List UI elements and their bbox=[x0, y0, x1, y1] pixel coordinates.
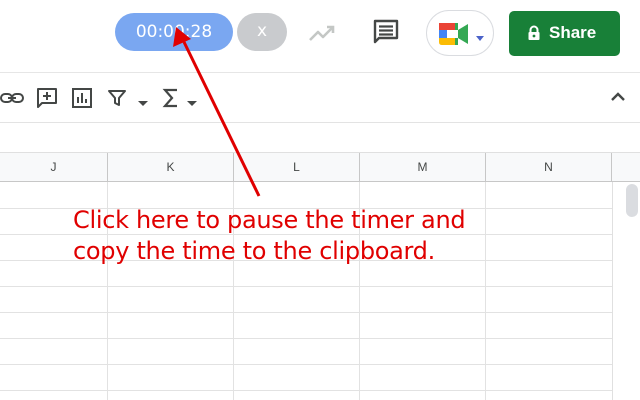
annotation-line-2: copy the time to the clipboard. bbox=[73, 237, 435, 265]
google-meet-icon bbox=[437, 21, 471, 52]
column-header-m[interactable]: M bbox=[360, 153, 486, 182]
add-comment-icon[interactable] bbox=[36, 87, 58, 114]
formula-bar-row bbox=[0, 123, 640, 153]
functions-sigma-icon[interactable] bbox=[161, 87, 181, 114]
column-header-n[interactable]: N bbox=[486, 153, 612, 182]
column-header-j[interactable]: J bbox=[0, 153, 108, 182]
filter-icon[interactable] bbox=[106, 87, 128, 114]
column-header-l[interactable]: L bbox=[234, 153, 360, 182]
chevron-down-icon bbox=[475, 30, 485, 48]
insert-chart-icon[interactable] bbox=[71, 87, 93, 114]
grid-row-divider bbox=[0, 312, 612, 313]
column-header-corner bbox=[612, 153, 640, 182]
grid-row-divider bbox=[0, 286, 612, 287]
filter-chevron-down-icon[interactable] bbox=[137, 95, 149, 113]
comment-icon[interactable] bbox=[369, 16, 403, 48]
chevron-up-icon[interactable] bbox=[609, 89, 627, 108]
top-bar: 00:00:28 x Share bbox=[0, 0, 640, 72]
toolbar bbox=[0, 72, 640, 123]
column-header-k[interactable]: K bbox=[108, 153, 234, 182]
share-label: Share bbox=[549, 23, 597, 42]
trending-up-icon[interactable] bbox=[306, 18, 338, 46]
grid-row-divider bbox=[0, 390, 612, 391]
meet-button[interactable] bbox=[426, 10, 494, 56]
lock-icon bbox=[527, 25, 541, 46]
functions-chevron-down-icon[interactable] bbox=[186, 95, 198, 113]
annotation-callout: Click here to pause the timer and copy t… bbox=[73, 205, 533, 267]
grid-row-divider bbox=[0, 338, 612, 339]
annotation-line-1: Click here to pause the timer and bbox=[73, 206, 466, 234]
link-icon[interactable] bbox=[0, 87, 24, 114]
share-button[interactable]: Share bbox=[509, 11, 620, 56]
grid-row-divider bbox=[0, 364, 612, 365]
timer-button[interactable]: 00:00:28 bbox=[115, 13, 233, 51]
timer-close-button[interactable]: x bbox=[237, 13, 287, 51]
scrollbar-thumb[interactable] bbox=[626, 184, 638, 217]
